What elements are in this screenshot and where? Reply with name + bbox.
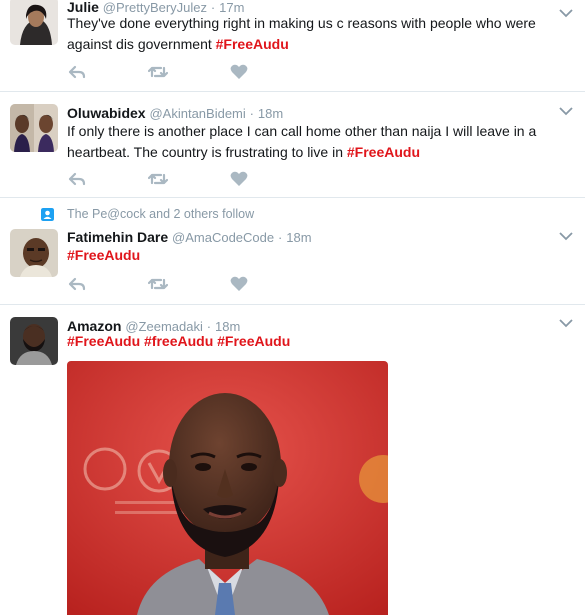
separator: · <box>278 230 283 245</box>
author-name[interactable]: Fatimehin Dare <box>67 229 168 245</box>
retweet-icon[interactable] <box>148 170 168 188</box>
hashtag-link[interactable]: #FreeAudu <box>67 247 140 263</box>
hashtag-link[interactable]: #FreeAudu <box>67 333 140 349</box>
chevron-down-icon[interactable] <box>559 231 573 241</box>
retweet-icon[interactable] <box>148 275 168 293</box>
avatar[interactable] <box>10 104 58 152</box>
heart-icon[interactable] <box>229 170 249 188</box>
separator: · <box>249 106 254 121</box>
person-icon <box>41 208 54 221</box>
avatar[interactable] <box>10 317 58 365</box>
author-handle[interactable]: @AmaCodeCode <box>172 230 274 245</box>
tweet-1[interactable]: Julie @PrettyBeryJulez · 17m They've don… <box>0 0 585 92</box>
reply-icon[interactable] <box>67 170 87 188</box>
avatar[interactable] <box>10 229 58 277</box>
follow-context[interactable]: The Pe@cock and 2 others follow <box>67 207 254 221</box>
hashtag-link[interactable]: #FreeAudu <box>347 144 420 160</box>
tweet-text: #FreeAudu <box>67 245 567 266</box>
avatar[interactable] <box>10 0 58 45</box>
chevron-down-icon[interactable] <box>559 106 573 116</box>
hashtag-link[interactable]: #freeAudu <box>144 333 213 349</box>
tweet-text: They've done everything right in making … <box>67 13 567 55</box>
tweet-text-body: If only there is another place I can cal… <box>67 123 537 160</box>
tweet-text-body: They've done everything right in making … <box>67 15 536 52</box>
heart-icon[interactable] <box>229 63 249 81</box>
timestamp[interactable]: 18m <box>258 106 283 121</box>
reply-icon[interactable] <box>67 275 87 293</box>
timestamp[interactable]: 18m <box>286 230 311 245</box>
tweet-text: If only there is another place I can cal… <box>67 121 567 163</box>
tweet-3[interactable]: The Pe@cock and 2 others follow Fatimehi… <box>0 198 585 305</box>
hashtag-link[interactable]: #FreeAudu <box>217 333 290 349</box>
heart-icon[interactable] <box>229 275 249 293</box>
tweet-text: #FreeAudu #freeAudu #FreeAudu <box>67 331 567 352</box>
author-handle[interactable]: @AkintanBidemi <box>149 106 245 121</box>
hashtag-link[interactable]: #FreeAudu <box>216 36 289 52</box>
tweet-photo[interactable] <box>67 361 388 615</box>
author-name[interactable]: Oluwabidex <box>67 105 146 121</box>
reply-icon[interactable] <box>67 63 87 81</box>
tweet-2[interactable]: Oluwabidex @AkintanBidemi · 18m If only … <box>0 92 585 198</box>
chevron-down-icon[interactable] <box>559 318 573 328</box>
retweet-icon[interactable] <box>148 63 168 81</box>
